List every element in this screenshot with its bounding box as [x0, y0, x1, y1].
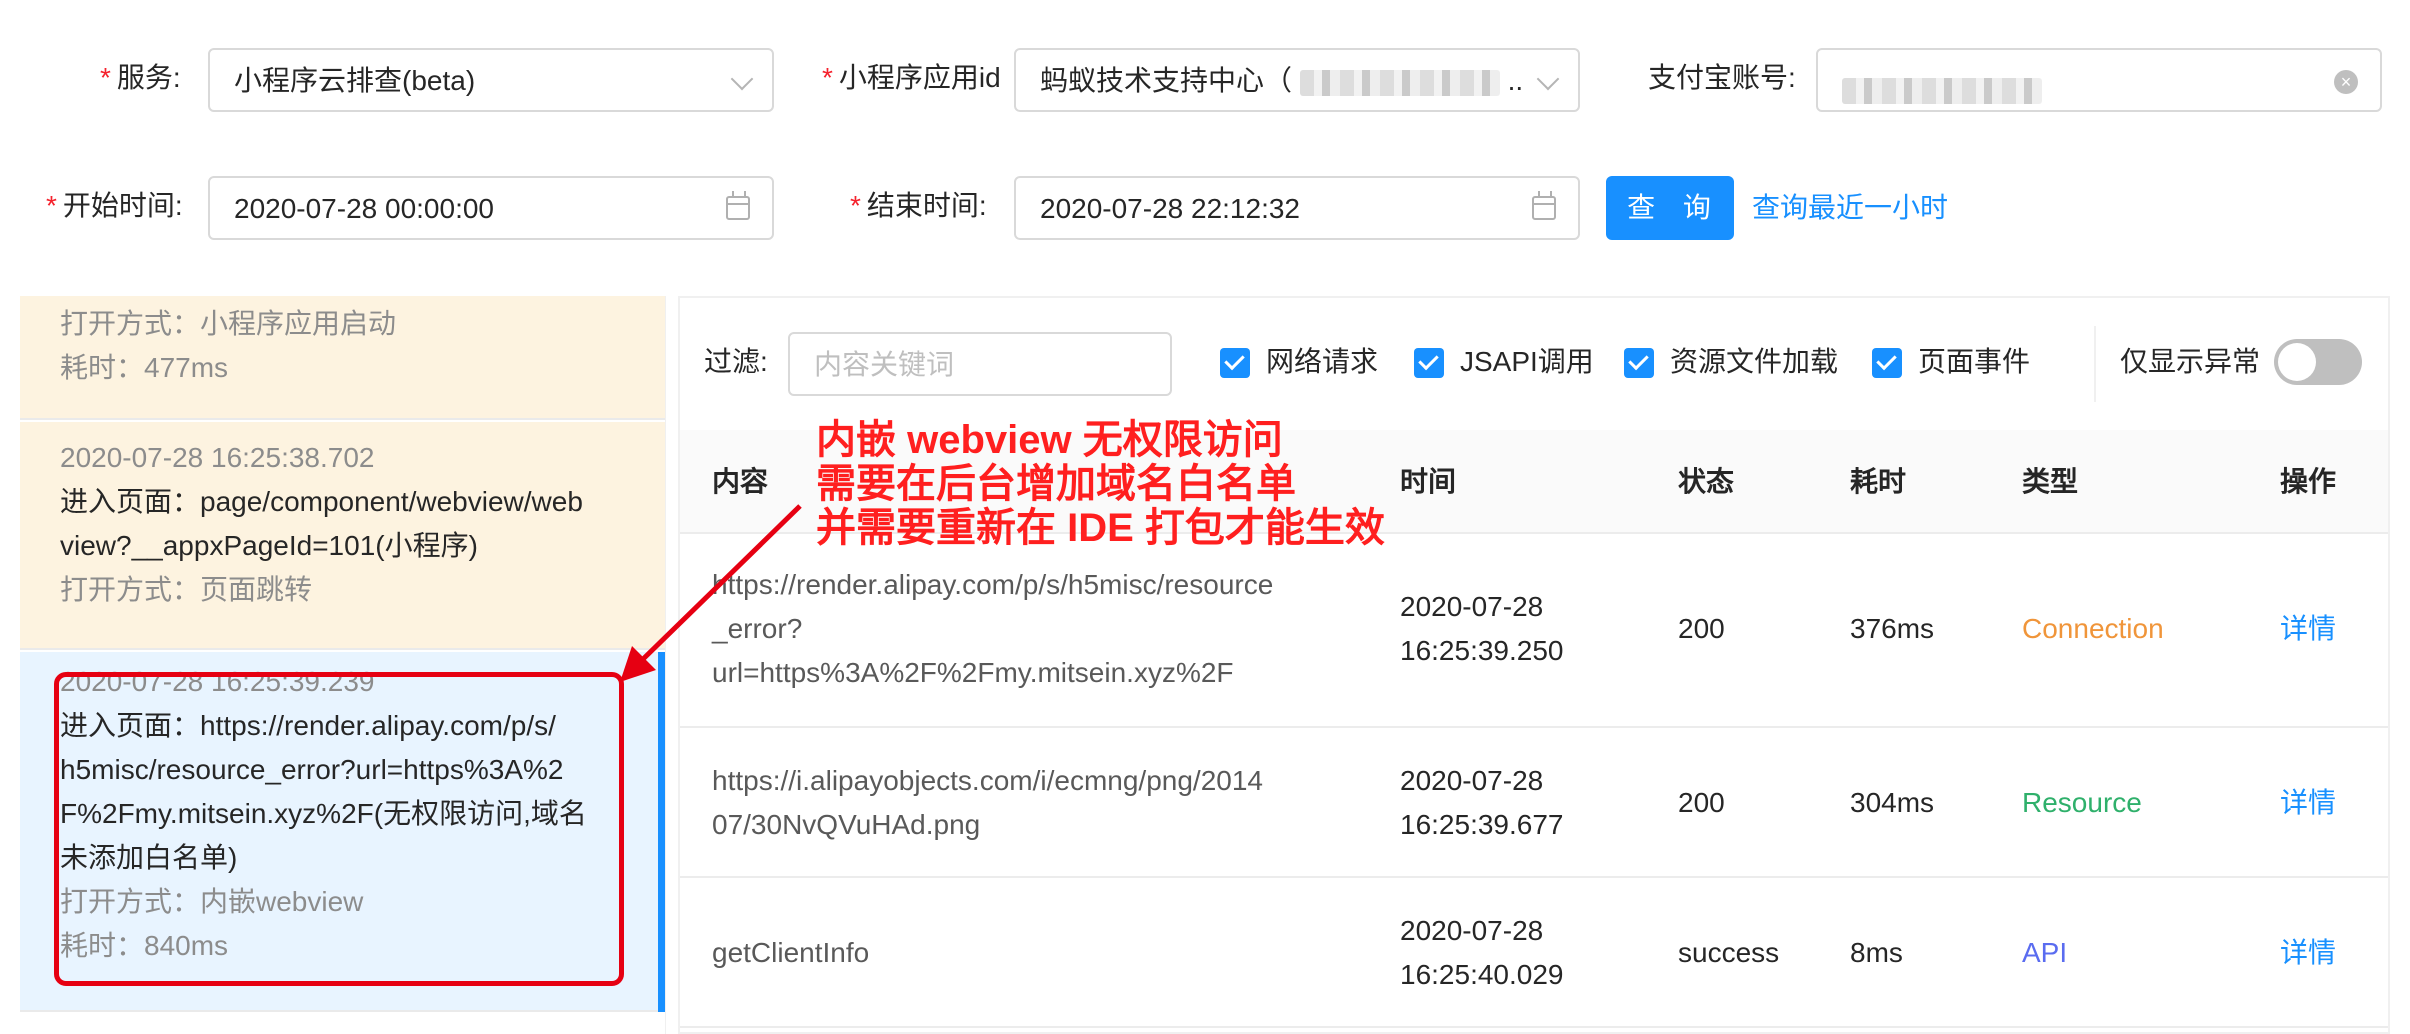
annotation-arrow-line: [636, 504, 802, 666]
annotation-text: 并需要重新在 IDE 打包才能生效: [816, 506, 1385, 550]
annotation-text: 需要在后台增加域名白名单: [816, 462, 1296, 506]
annotation-text: 内嵌 webview 无权限访问: [816, 418, 1283, 462]
